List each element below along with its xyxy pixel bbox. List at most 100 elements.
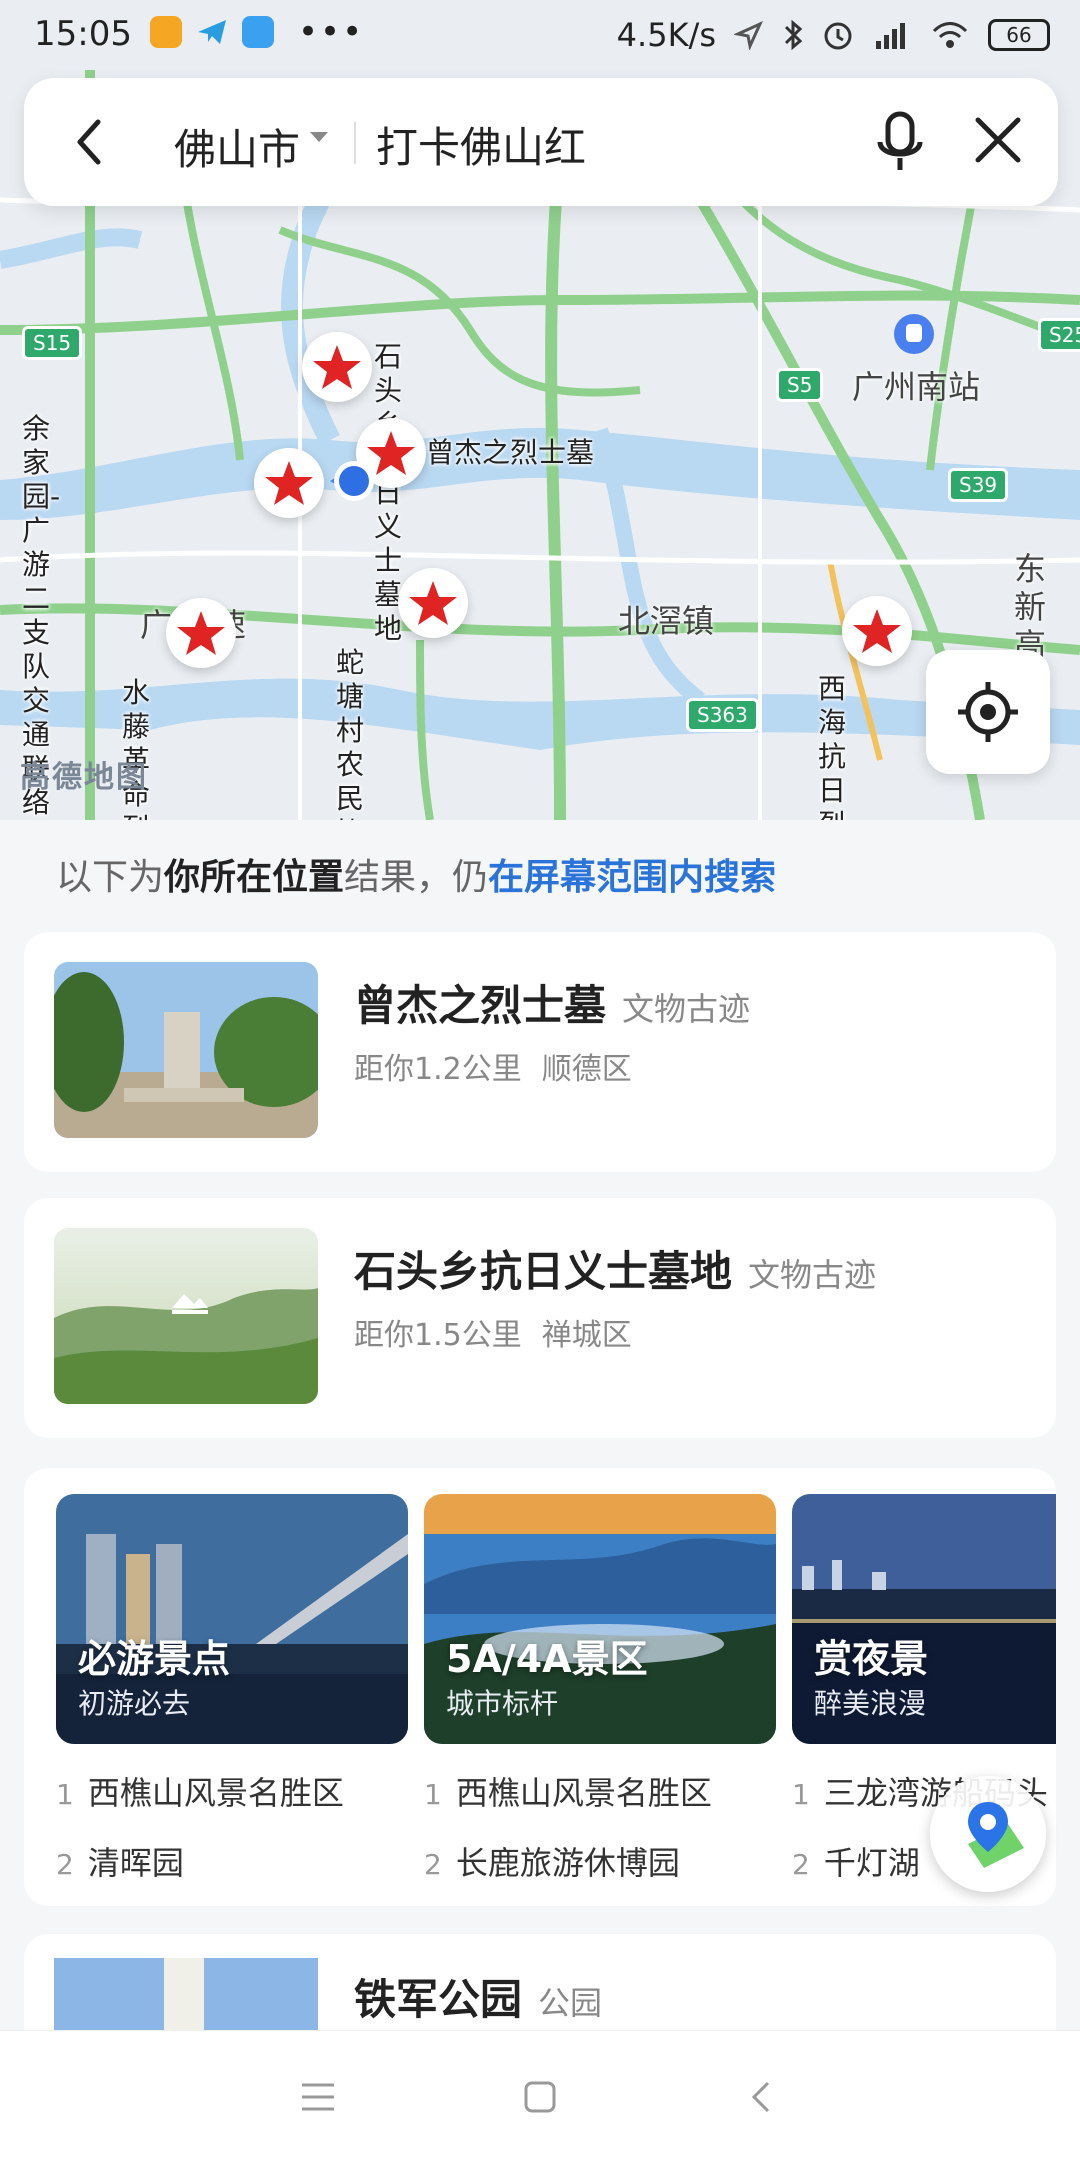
poi-label[interactable]: 蛇塘村农民协 会成立旧址: [336, 646, 364, 820]
road-tag: S363: [686, 698, 759, 732]
result-distance: 距你1.5公里: [354, 1318, 522, 1353]
recommend-item[interactable]: 必游景点 初游必去 1 西樵山风景名胜区 2 清晖园: [56, 1494, 408, 1884]
recommend-item[interactable]: 5A/4A景区 城市标杆 1 西樵山风景名胜区 2 长鹿旅游休博园: [424, 1494, 776, 1884]
result-title[interactable]: 石头乡抗日义士墓地 文物古迹: [354, 1238, 876, 1299]
road-tag: S39: [948, 468, 1009, 502]
result-thumbnail: [54, 962, 318, 1138]
notification-app-icon: [150, 16, 182, 48]
recommend-title: 必游景点: [78, 1637, 231, 1681]
map-view[interactable]: 15:05 ••• 4.5K/s 66 佛山市 打卡佛山红 S15 S5 S39…: [0, 0, 1080, 820]
result-meta: 距你1.2公里 顺德区: [354, 1044, 652, 1088]
battery-indicator: 66: [988, 19, 1050, 51]
road-tag: S5: [776, 368, 824, 402]
result-type: 文物古迹: [622, 990, 751, 1028]
map-logo: 高德地图: [20, 760, 148, 795]
recommend-image: 必游景点 初游必去: [56, 1494, 408, 1744]
locate-button[interactable]: [926, 650, 1050, 774]
result-title[interactable]: 铁军公园 公园: [354, 1966, 602, 2027]
result-meta: 距你1.5公里 禅城区: [354, 1310, 652, 1354]
system-nav-bar: [0, 2030, 1080, 2160]
status-bar: 15:05 ••• 4.5K/s 66: [0, 0, 1080, 70]
recommend-subtitle: 醉美浪漫: [814, 1687, 927, 1720]
poi-pin[interactable]: [302, 332, 372, 402]
red-star-icon: [853, 609, 901, 653]
result-distance: 距你1.2公里: [354, 1052, 522, 1087]
recommend-list-item[interactable]: 2 清晖园: [56, 1838, 408, 1884]
recommend-title: 5A/4A景区: [446, 1637, 648, 1681]
result-type: 文物古迹: [748, 1256, 877, 1294]
close-icon[interactable]: [966, 108, 1030, 172]
rank-number: 2: [424, 1848, 442, 1881]
telegram-icon: [198, 20, 226, 44]
result-title[interactable]: 曾杰之烈士墓 文物古迹: [354, 972, 750, 1033]
result-type: 公园: [538, 1984, 603, 2022]
result-title-text: 铁军公园: [354, 1975, 523, 2024]
road-tag: S25: [1038, 318, 1080, 352]
city-selector[interactable]: 佛山市: [174, 116, 300, 177]
poi-label[interactable]: 水藤革命烈 士纪念碑: [122, 676, 150, 820]
cloud-app-icon: [242, 16, 274, 48]
location-hint: 以下为你所在位置结果，仍在屏幕范围内搜索: [56, 848, 776, 900]
result-district: 顺德区: [541, 1052, 632, 1087]
floating-map-button[interactable]: [930, 1776, 1046, 1892]
more-notifications-icon: •••: [298, 12, 365, 52]
poi-label[interactable]: 曾杰之烈士墓: [426, 436, 594, 470]
menu-icon[interactable]: [296, 2075, 340, 2119]
place-label-guangzhou-south: 广州南站: [852, 368, 981, 406]
recommend-list-item[interactable]: 2 长鹿旅游休博园: [424, 1838, 776, 1884]
signal-icon: [876, 23, 905, 49]
search-input[interactable]: 打卡佛山红: [376, 114, 586, 175]
recommend-name: 长鹿旅游休博园: [455, 1844, 680, 1882]
rank-number: 1: [424, 1778, 442, 1811]
recommend-subtitle: 初游必去: [78, 1687, 191, 1720]
red-star-icon: [313, 345, 361, 389]
recommendation-carousel[interactable]: 必游景点 初游必去 1 西樵山风景名胜区 2 清晖园 5A/4A景区 城市标杆 1西…: [24, 1468, 1056, 1906]
status-time: 15:05: [34, 14, 132, 54]
crosshair-icon: [958, 682, 1018, 742]
poi-pin[interactable]: [166, 598, 236, 668]
recommend-list-item[interactable]: 1 西樵山风景名胜区: [56, 1768, 408, 1814]
result-card[interactable]: 石头乡抗日义士墓地 文物古迹 距你1.5公里 禅城区: [24, 1198, 1056, 1438]
place-label-dongxin: 东 新 高: [1014, 550, 1047, 664]
current-location-marker: [330, 461, 374, 501]
result-thumbnail: [54, 1228, 318, 1404]
recommend-subtitle: 城市标杆: [446, 1687, 559, 1720]
recommend-name: 清晖园: [87, 1844, 184, 1882]
bluetooth-icon: [784, 19, 803, 51]
recommend-image: 5A/4A景区 城市标杆: [424, 1494, 776, 1744]
road-tag: S15: [22, 326, 83, 360]
poi-pin[interactable]: [398, 568, 468, 638]
result-district: 禅城区: [541, 1318, 632, 1353]
recommend-name: 西樵山风景名胜区: [87, 1774, 344, 1812]
red-star-icon: [409, 581, 457, 625]
result-title-text: 曾杰之烈士墓: [354, 981, 607, 1030]
rank-number: 1: [56, 1778, 74, 1811]
place-label-beijiao: 北滘镇: [618, 602, 715, 640]
hint-bold: 你所在位置: [164, 857, 345, 898]
hint-prefix: 以下为: [56, 857, 165, 898]
recommend-list-item[interactable]: 1 西樵山风景名胜区: [424, 1768, 776, 1814]
red-star-icon: [265, 461, 313, 505]
back-icon[interactable]: [62, 112, 122, 172]
search-bar[interactable]: 佛山市 打卡佛山红: [24, 78, 1058, 206]
recommend-name: 千灯湖: [823, 1844, 920, 1882]
alarm-icon: [824, 22, 852, 50]
rank-number: 2: [792, 1848, 810, 1881]
divider: [354, 122, 356, 164]
caret-down-icon[interactable]: [310, 132, 328, 142]
result-card[interactable]: 曾杰之烈士墓 文物古迹 距你1.2公里 顺德区: [24, 932, 1056, 1172]
back-nav-icon[interactable]: [740, 2075, 784, 2119]
poi-label[interactable]: 西海抗日 烈士陵园: [818, 672, 846, 820]
poi-pin[interactable]: [254, 448, 324, 518]
home-icon[interactable]: [518, 2075, 562, 2119]
recommend-title: 赏夜景: [814, 1637, 929, 1681]
wifi-icon: [932, 22, 968, 48]
map-pin-icon: [968, 1802, 1024, 1868]
recommend-name: 西樵山风景名胜区: [455, 1774, 712, 1812]
microphone-icon[interactable]: [870, 108, 930, 178]
rank-number: 1: [792, 1778, 810, 1811]
net-speed: 4.5K/s: [616, 16, 716, 54]
search-in-screen-link[interactable]: 在屏幕范围内搜索: [488, 857, 776, 898]
hint-middle: 结果，仍: [344, 857, 489, 898]
poi-pin[interactable]: [842, 596, 912, 666]
